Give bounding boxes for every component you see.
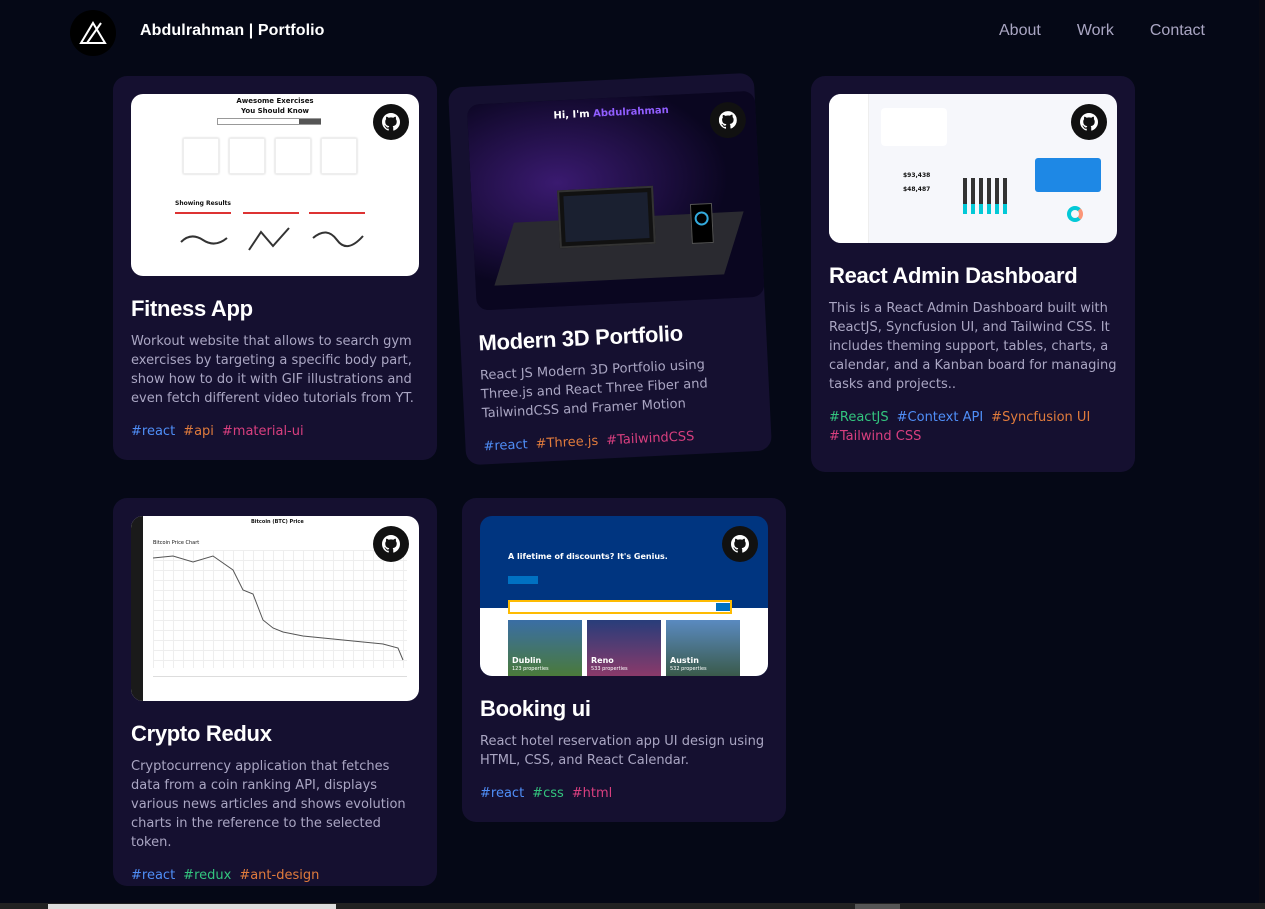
navbar: Abdulrahman | Portfolio About Work Conta… [0, 0, 1265, 64]
project-description: React hotel reservation app UI design us… [480, 734, 765, 768]
github-icon [382, 113, 400, 131]
preview-stat-1: $93,438 [903, 172, 931, 179]
preview-stat-2: $48,487 [903, 186, 931, 193]
tag: #material-ui [221, 424, 304, 439]
project-description: This is a React Admin Dashboard built wi… [829, 301, 1117, 392]
tag: #Context API [896, 410, 984, 425]
city-count: 123 properties [512, 666, 549, 672]
project-thumbnail: Hi, I'm Abdulrahman [466, 90, 765, 311]
project-title: React Admin Dashboard [829, 263, 1078, 288]
project-card-crypto-redux: Bitcoin (BTC) Price Bitcoin Price Chart … [113, 498, 437, 886]
city-name: Austin [670, 656, 699, 665]
city-name: Reno [591, 656, 614, 665]
tag: #TailwindCSS [605, 429, 695, 449]
preview-heading: Awesome Exercises You Should Know [236, 97, 314, 115]
tag: #react [131, 424, 176, 439]
scrollbar-marker [855, 904, 900, 909]
tag: #html [571, 786, 613, 801]
logo-icon [79, 21, 107, 44]
horizontal-scrollbar[interactable] [0, 903, 1265, 909]
nav-link-work[interactable]: Work [1077, 22, 1114, 40]
scrollbar-thumb[interactable] [48, 904, 336, 909]
preview-chart-label: Bitcoin Price Chart [153, 540, 200, 546]
project-title: Fitness App [131, 296, 253, 321]
tag: #Tailwind CSS [829, 429, 922, 444]
tag: #ReactJS [829, 410, 889, 425]
project-tags: #react #Three.js #TailwindCSS [483, 426, 753, 454]
project-card-modern-3d-portfolio: Hi, I'm Abdulrahman Modern 3D Portfolio … [447, 72, 773, 466]
project-card-react-admin-dashboard: $93,438 $48,487 React Admin Dashboard Th… [811, 76, 1135, 472]
tag: #redux [183, 868, 232, 883]
project-description: Workout website that allows to search gy… [131, 334, 414, 406]
tag: #api [183, 424, 214, 439]
github-icon [731, 535, 749, 553]
nav-link-about[interactable]: About [999, 22, 1041, 40]
project-tags: #ReactJS #Context API #Syncfusion UI #Ta… [829, 410, 1117, 444]
nav-links: About Work Contact [999, 22, 1205, 40]
tag: #ant-design [239, 868, 320, 883]
preview-headline: A lifetime of discounts? It's Genius. [508, 552, 668, 561]
project-card-fitness-app: Awesome Exercises You Should Know Showin… [113, 76, 437, 460]
project-title: Booking ui [480, 696, 591, 721]
github-icon [382, 535, 400, 553]
tag: #Three.js [535, 433, 599, 452]
tag: #css [532, 786, 564, 801]
preview-heading: Bitcoin (BTC) Price [251, 519, 304, 525]
city-name: Dublin [512, 656, 542, 665]
tag: #Syncfusion UI [991, 410, 1091, 425]
preview-greeting: Hi, I'm [553, 108, 594, 122]
preview-results-label: Showing Results [175, 200, 231, 207]
github-link[interactable] [373, 526, 409, 562]
city-count: 532 properties [670, 666, 707, 672]
project-description: Cryptocurrency application that fetches … [131, 759, 406, 850]
project-thumbnail: A lifetime of discounts? It's Genius. Du… [480, 516, 768, 676]
logo[interactable] [70, 10, 116, 56]
tag: #react [483, 437, 529, 455]
github-link[interactable] [373, 104, 409, 140]
github-icon [1080, 113, 1098, 131]
project-card-booking-ui: A lifetime of discounts? It's Genius. Du… [462, 498, 786, 822]
github-icon [718, 111, 737, 129]
project-tags: #react #redux #ant-design [131, 868, 419, 883]
project-thumbnail: Awesome Exercises You Should Know Showin… [131, 94, 419, 276]
nav-link-contact[interactable]: Contact [1150, 22, 1205, 40]
city-count: 533 properties [591, 666, 628, 672]
tag: #react [480, 786, 525, 801]
tag: #react [131, 868, 176, 883]
github-link[interactable] [722, 526, 758, 562]
vertical-scrollbar[interactable] [1259, 0, 1265, 909]
project-title: Crypto Redux [131, 721, 272, 746]
project-thumbnail: $93,438 $48,487 [829, 94, 1117, 243]
brand-name[interactable]: Abdulrahman | Portfolio [140, 22, 325, 40]
project-tags: #react #css #html [480, 786, 768, 801]
project-description: React JS Modern 3D Portfolio using Three… [479, 357, 709, 422]
project-thumbnail: Bitcoin (BTC) Price Bitcoin Price Chart [131, 516, 419, 701]
project-tags: #react #api #material-ui [131, 424, 419, 439]
github-link[interactable] [1071, 104, 1107, 140]
project-title: Modern 3D Portfolio [477, 320, 684, 356]
